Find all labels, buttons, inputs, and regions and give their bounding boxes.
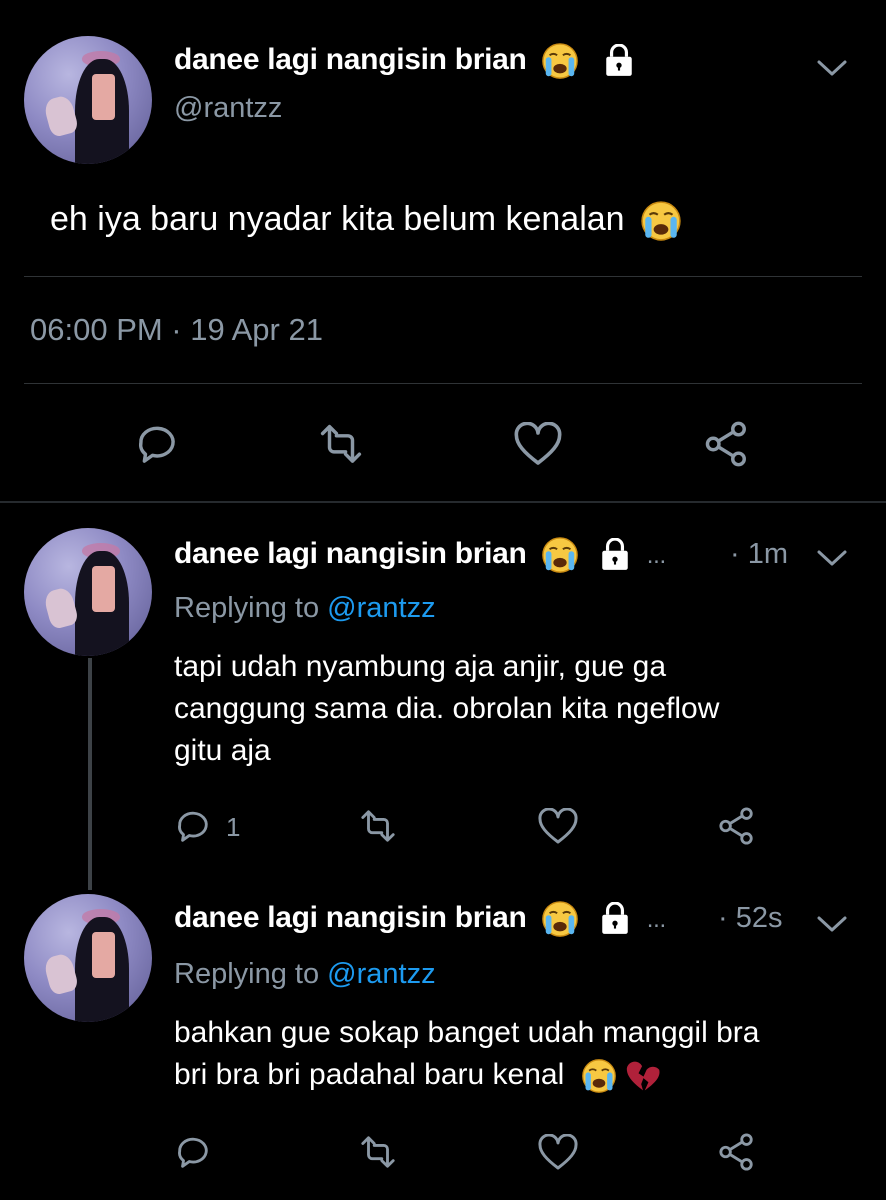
reply-button[interactable]: 1 bbox=[174, 808, 240, 846]
chevron-down-icon[interactable] bbox=[815, 912, 849, 936]
like-button[interactable] bbox=[514, 422, 562, 468]
replying-to-handle[interactable]: @rantzz bbox=[327, 592, 435, 624]
replying-to-handle[interactable]: @rantzz bbox=[327, 958, 435, 990]
chevron-down-icon[interactable] bbox=[815, 546, 849, 570]
heart-icon bbox=[538, 808, 578, 844]
reply-button[interactable] bbox=[174, 1134, 212, 1172]
reply-icon bbox=[178, 1137, 208, 1168]
share-button[interactable] bbox=[718, 1132, 756, 1172]
name-ellipsis: ... bbox=[646, 905, 666, 933]
crying-emoji-icon bbox=[541, 536, 578, 574]
like-button[interactable] bbox=[538, 1134, 578, 1172]
reply-icon bbox=[138, 426, 175, 463]
reply-icon bbox=[178, 811, 208, 842]
retweet-icon bbox=[361, 1136, 395, 1168]
like-button[interactable] bbox=[538, 808, 578, 846]
retweet-icon bbox=[320, 424, 362, 463]
reply-button[interactable] bbox=[134, 422, 180, 468]
tweet-text: eh iya baru nyadar kita belum kenalan bbox=[50, 200, 682, 242]
lock-icon bbox=[600, 538, 630, 572]
retweet-button[interactable] bbox=[358, 1134, 398, 1172]
replying-to: Replying to @rantzz bbox=[174, 592, 436, 624]
reply-text: bahkan gue sokap banget udah manggil bra… bbox=[174, 1012, 759, 1096]
divider bbox=[24, 383, 862, 384]
avatar[interactable] bbox=[24, 894, 152, 1022]
avatar[interactable] bbox=[24, 528, 152, 656]
retweet-icon bbox=[361, 810, 395, 842]
replying-to: Replying to @rantzz bbox=[174, 958, 436, 990]
reply-text: tapi udah nyambung aja anjir, gue ga can… bbox=[174, 650, 720, 767]
chevron-down-icon[interactable] bbox=[815, 56, 849, 80]
avatar[interactable] bbox=[24, 36, 152, 164]
display-name[interactable]: danee lagi nangisin brian ... bbox=[174, 536, 666, 574]
reply-count: 1 bbox=[226, 811, 241, 842]
heart-icon bbox=[538, 1134, 578, 1170]
reply-age[interactable]: · 1m bbox=[730, 538, 788, 571]
crying-emoji-icon bbox=[581, 1058, 616, 1094]
divider bbox=[0, 501, 886, 503]
lock-icon bbox=[600, 902, 630, 936]
divider bbox=[24, 276, 862, 277]
name-ellipsis: ... bbox=[646, 541, 666, 569]
share-button[interactable] bbox=[718, 806, 756, 846]
display-name[interactable]: danee lagi nangisin brian bbox=[174, 42, 635, 80]
retweet-button[interactable] bbox=[358, 808, 398, 846]
share-icon bbox=[719, 807, 753, 845]
heart-icon bbox=[514, 422, 562, 465]
share-icon bbox=[705, 421, 746, 467]
crying-emoji-icon bbox=[541, 900, 578, 938]
crying-emoji-icon bbox=[541, 42, 578, 80]
thread-line bbox=[88, 658, 92, 890]
crying-emoji-icon bbox=[641, 201, 681, 241]
display-name[interactable]: danee lagi nangisin brian ... bbox=[174, 900, 666, 938]
tweet-timestamp[interactable]: 06:00 PM · 19 Apr 21 bbox=[30, 312, 323, 348]
share-button[interactable] bbox=[704, 420, 750, 468]
share-icon bbox=[719, 1133, 753, 1171]
handle[interactable]: @rantzz bbox=[174, 92, 282, 125]
retweet-button[interactable] bbox=[318, 422, 364, 468]
reply-age[interactable]: · 52s bbox=[718, 902, 782, 935]
lock-icon bbox=[604, 44, 634, 78]
broken-heart-icon bbox=[626, 1061, 660, 1091]
